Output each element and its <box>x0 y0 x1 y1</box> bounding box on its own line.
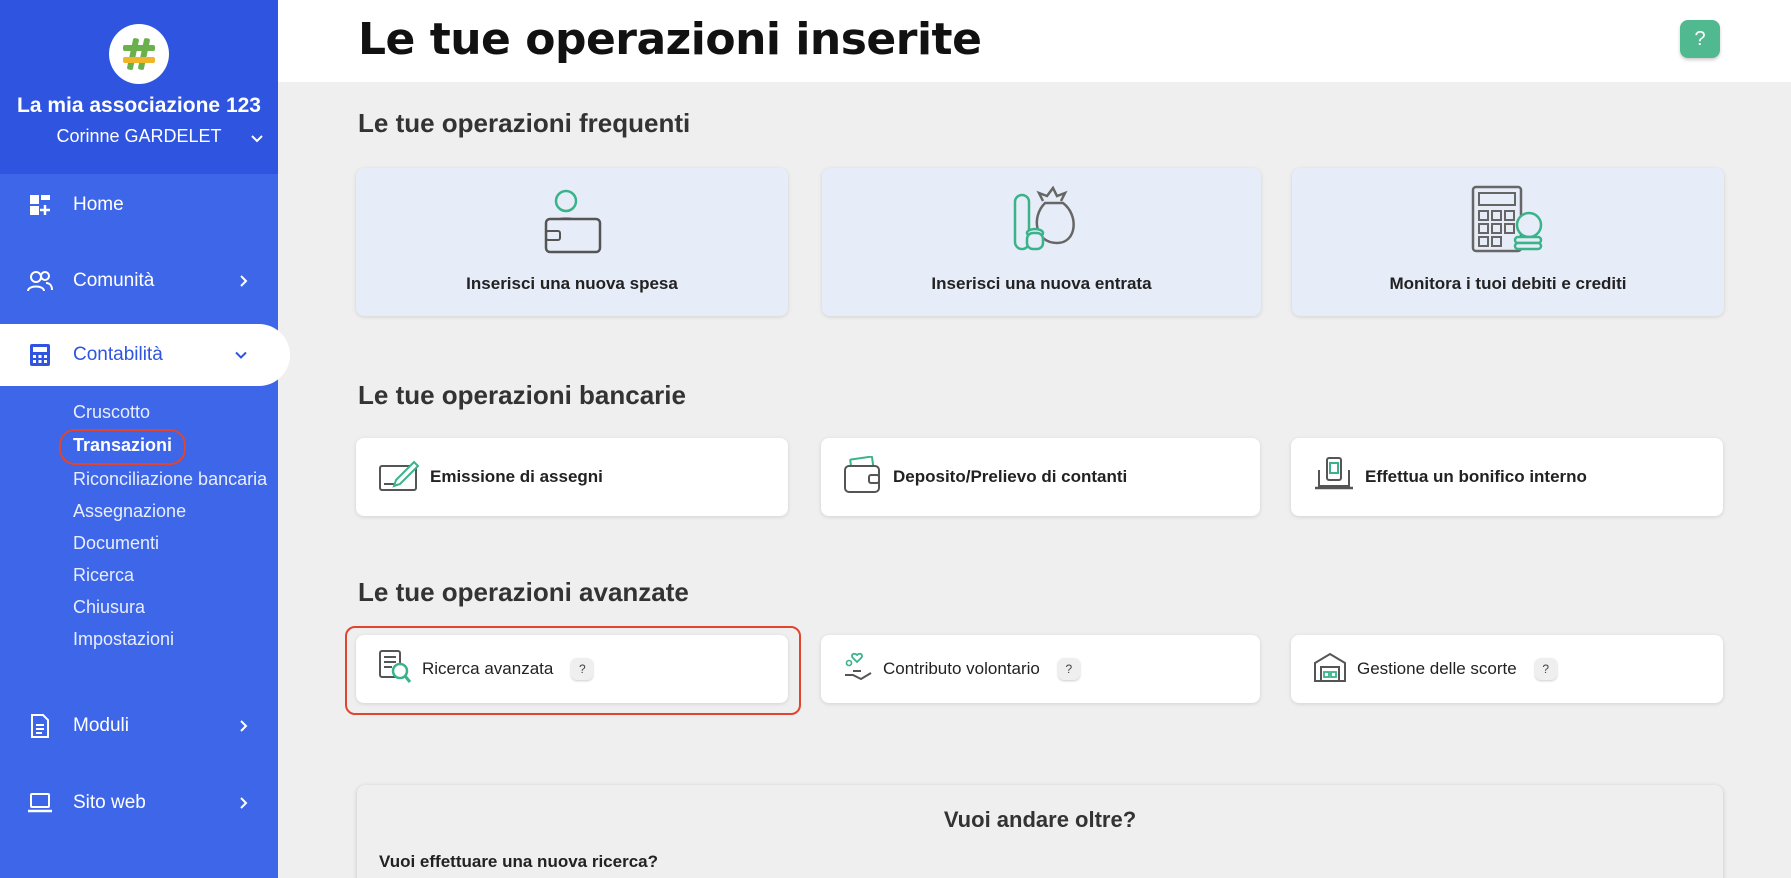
go-further-title: Vuoi andare oltre? <box>943 807 1137 832</box>
nav-contabilita[interactable]: Contabilità <box>0 324 290 386</box>
dashboard-icon <box>27 192 53 218</box>
nav-contabilita-label: Contabilità <box>73 344 163 365</box>
section-title-advanced: Le tue operazioni avanzate <box>358 577 689 607</box>
laptop-icon <box>27 790 53 816</box>
card-cash-deposit-withdraw-label: Deposito/Prelievo di contanti <box>893 467 1128 486</box>
highlight-ring <box>345 626 801 715</box>
card-stock-management[interactable]: Gestione delle scorte ? <box>1291 635 1723 703</box>
card-new-income-label: Inserisci una nuova entrata <box>931 274 1152 293</box>
new-search-question: Vuoi effettuare una nuova ricerca? <box>379 852 658 871</box>
section-title-banking: Le tue operazioni bancarie <box>358 380 686 410</box>
submenu-impostazioni[interactable]: Impostazioni <box>73 629 174 650</box>
card-debts-credits-label: Monitora i tuoi debiti e crediti <box>1389 274 1627 293</box>
card-cheque-issue-label: Emissione di assegni <box>430 467 603 486</box>
wallet-cash-icon <box>843 455 883 499</box>
go-further-panel: Vuoi andare oltre? Vuoi effettuare una n… <box>357 785 1723 878</box>
nav-home[interactable]: Home <box>0 174 278 236</box>
chevron-down-icon[interactable] <box>250 128 264 149</box>
card-voluntary-contribution-label: Contributo volontario <box>883 659 1040 678</box>
sidebar: La mia associazione 123 Corinne GARDELET… <box>0 0 290 878</box>
nav-sito-web[interactable]: Sito web <box>0 772 278 834</box>
chevron-right-icon <box>239 274 248 288</box>
association-logo[interactable] <box>109 24 169 84</box>
calculator-icon <box>27 342 53 368</box>
wallet-person-icon <box>540 189 604 260</box>
card-debts-credits[interactable]: Monitora i tuoi debiti e crediti <box>1292 168 1724 316</box>
document-icon <box>27 713 53 739</box>
organization-name: La mia associazione 123 <box>17 94 261 117</box>
nav-moduli[interactable]: Moduli <box>0 695 278 757</box>
laptop-transfer-icon <box>1313 456 1355 499</box>
submenu-assegnazione[interactable]: Assegnazione <box>73 501 186 522</box>
chevron-down-icon <box>234 351 248 360</box>
nav-comunita-label: Comunità <box>73 270 155 291</box>
sidebar-header: La mia associazione 123 Corinne GARDELET <box>0 0 278 174</box>
money-bag-coins-icon <box>1007 185 1077 260</box>
help-button[interactable]: ? <box>1680 20 1720 58</box>
section-title-frequent: Le tue operazioni frequenti <box>358 108 691 138</box>
chevron-right-icon <box>239 719 248 733</box>
cheque-pen-icon <box>378 456 420 499</box>
help-badge[interactable]: ? <box>1534 658 1557 680</box>
user-switcher[interactable]: Corinne GARDELET <box>0 126 278 147</box>
submenu-cruscotto[interactable]: Cruscotto <box>73 402 150 423</box>
top-bar: Le tue operazioni inserite ? <box>278 0 1791 82</box>
submenu-riconciliazione-bancaria[interactable]: Riconciliazione bancaria <box>73 469 267 490</box>
card-cash-deposit-withdraw[interactable]: Deposito/Prelievo di contanti <box>821 438 1260 516</box>
help-badge[interactable]: ? <box>1057 658 1080 680</box>
nav-sito-web-label: Sito web <box>73 792 146 813</box>
card-new-expense-label: Inserisci una nuova spesa <box>466 274 678 293</box>
user-name: Corinne GARDELET <box>56 126 222 146</box>
warehouse-icon <box>1313 651 1347 688</box>
hand-heart-icon <box>843 651 873 688</box>
nav-comunita[interactable]: Comunità <box>0 250 278 312</box>
nav-moduli-label: Moduli <box>73 715 129 736</box>
calculator-coins-icon <box>1471 185 1545 260</box>
card-cheque-issue[interactable]: Emissione di assegni <box>356 438 788 516</box>
page-title: Le tue operazioni inserite <box>358 14 982 65</box>
nav-home-label: Home <box>73 194 124 215</box>
card-new-income[interactable]: Inserisci una nuova entrata <box>822 168 1261 316</box>
users-icon <box>27 268 53 294</box>
card-stock-management-label: Gestione delle scorte <box>1357 659 1517 678</box>
card-new-expense[interactable]: Inserisci una nuova spesa <box>356 168 788 316</box>
submenu-documenti[interactable]: Documenti <box>73 533 159 554</box>
card-internal-transfer[interactable]: Effettua un bonifico interno <box>1291 438 1723 516</box>
card-voluntary-contribution[interactable]: Contributo volontario ? <box>821 635 1260 703</box>
hash-logo-icon <box>123 38 155 70</box>
active-item-highlight <box>59 429 186 465</box>
card-internal-transfer-label: Effettua un bonifico interno <box>1365 467 1587 486</box>
submenu-chiusura[interactable]: Chiusura <box>73 597 145 618</box>
chevron-right-icon <box>239 796 248 810</box>
submenu-ricerca[interactable]: Ricerca <box>73 565 134 586</box>
